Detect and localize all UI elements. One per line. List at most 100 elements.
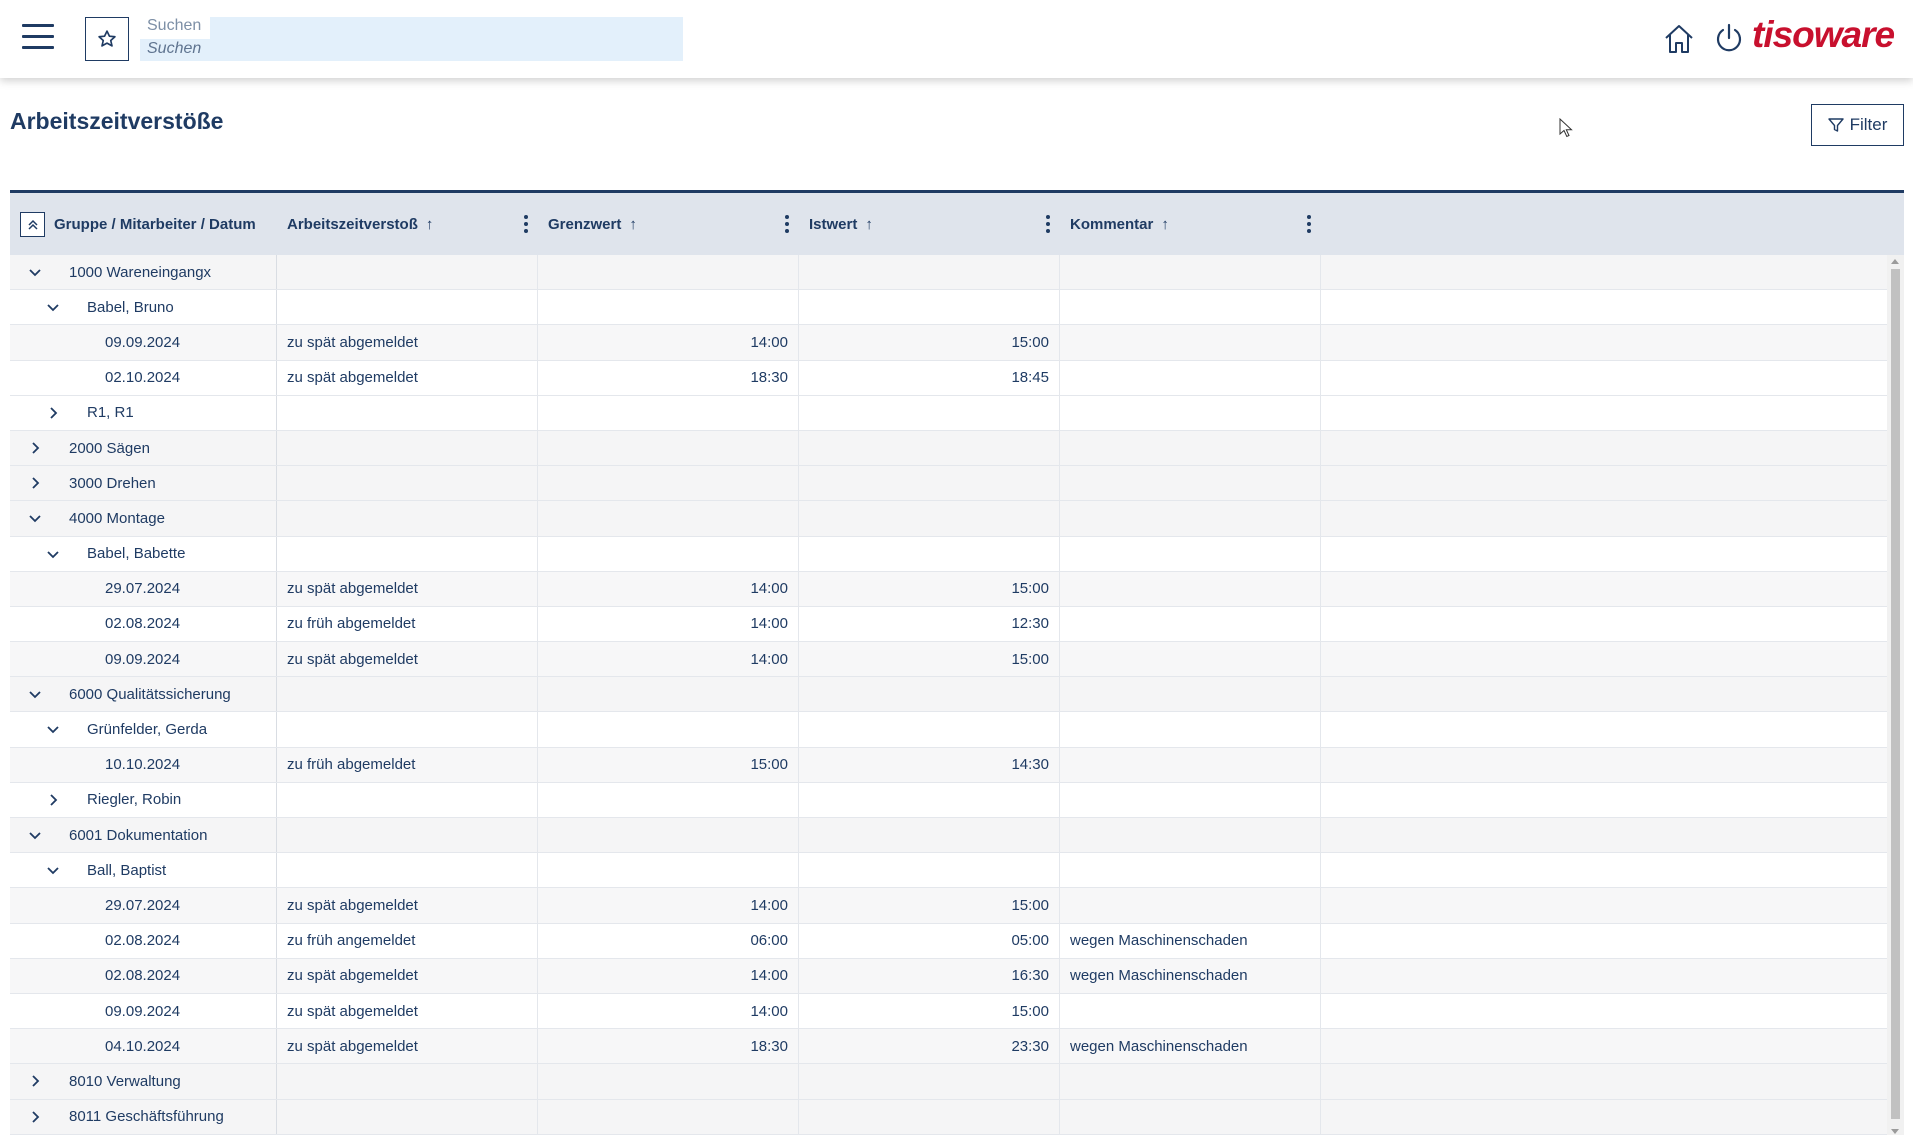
table-row[interactable]: 09.09.2024 zu spät abgemeldet 14:00 15:00 [10,993,1887,1030]
hamburger-icon[interactable] [22,24,54,50]
group-row[interactable]: 3000 Drehen [10,466,1887,502]
cell-actual [799,430,1060,466]
employee-row[interactable]: Ball, Baptist [10,853,1887,889]
chevron-down-icon[interactable] [28,828,42,842]
column-header-comment[interactable]: Kommentar ↑ [1060,193,1321,255]
chevron-right-icon[interactable] [28,441,42,455]
employee-row[interactable]: Riegler, Robin [10,782,1887,818]
scroll-down-icon[interactable] [1891,1129,1899,1134]
table-row[interactable]: 10.10.2024 zu früh abgemeldet 15:00 14:30 [10,747,1887,783]
cell-filler [1321,501,1887,535]
cell-limit [538,395,799,430]
chevron-right-icon[interactable] [28,1074,42,1088]
cell-violation [277,501,538,536]
cell-filler [1321,537,1887,571]
chevron-down-icon[interactable] [46,300,60,314]
column-header-group[interactable]: Gruppe / Mitarbeiter / Datum [10,193,277,255]
cell-comment [1060,395,1321,430]
chevron-right-icon[interactable] [46,793,60,807]
search-input[interactable] [140,37,683,61]
table-row[interactable]: 29.07.2024 zu spät abgemeldet 14:00 15:00 [10,571,1887,607]
cell-violation [277,677,538,712]
cell-group-employee-date: 2000 Sägen [10,430,277,466]
cell-actual: 16:30 [799,958,1060,993]
scrollbar-thumb[interactable] [1891,269,1900,1119]
limit-value: 18:30 [750,1037,788,1055]
group-row[interactable]: 2000 Sägen [10,430,1887,467]
chevron-down-icon[interactable] [46,863,60,877]
cell-violation [277,818,538,853]
group-row[interactable]: 8010 Verwaltung [10,1064,1887,1100]
group-row[interactable]: 6000 Qualitätssicherung [10,677,1887,713]
cell-violation [277,1064,538,1099]
group-row[interactable]: 6001 Dokumentation [10,818,1887,854]
cell-actual: 15:00 [799,642,1060,677]
favorite-button[interactable] [85,17,129,61]
limit-value: 14:00 [750,333,788,351]
cell-group-employee-date: 3000 Drehen [10,466,277,501]
cell-comment [1060,1064,1321,1099]
cell-violation [277,536,538,571]
limit-value: 06:00 [750,932,788,950]
cell-filler [1321,431,1887,465]
filter-label: Filter [1849,115,1888,134]
chevron-down-icon[interactable] [28,687,42,701]
filter-button[interactable]: Filter [1811,104,1904,146]
cell-comment [1060,571,1321,606]
cell-limit [538,677,799,712]
violation-text: zu spät abgemeldet [287,650,418,668]
row-label: 6000 Qualitätssicherung [69,685,231,703]
column-header-limit[interactable]: Grenzwert ↑ [538,193,799,255]
home-icon[interactable] [1662,22,1696,56]
employee-row[interactable]: R1, R1 [10,395,1887,431]
group-row[interactable]: 1000 Wareneingangx [10,255,1887,291]
column-header-violation[interactable]: Arbeitszeitverstoß ↑ [277,193,538,255]
cell-actual [799,536,1060,571]
sort-arrow-up-icon: ↑ [865,215,873,233]
cell-violation: zu spät abgemeldet [277,1029,538,1064]
violation-text: zu spät abgemeldet [287,580,418,598]
column-menu-icon[interactable] [785,215,789,233]
cell-group-employee-date: 02.08.2024 [10,923,277,958]
cell-group-employee-date: 02.08.2024 [10,958,277,993]
table-row[interactable]: 09.09.2024 zu spät abgemeldet 14:00 15:00 [10,325,1887,361]
group-row[interactable]: 4000 Montage [10,501,1887,537]
employee-row[interactable]: Babel, Bruno [10,290,1887,326]
vertical-scrollbar[interactable] [1887,255,1904,1135]
column-menu-icon[interactable] [1046,215,1050,233]
column-header-actual[interactable]: Istwert ↑ [799,193,1060,255]
chevron-right-icon[interactable] [46,406,60,420]
chevron-right-icon[interactable] [28,476,42,490]
table-row[interactable]: 09.09.2024 zu spät abgemeldet 14:00 15:00 [10,642,1887,678]
table-row[interactable]: 02.10.2024 zu spät abgemeldet 18:30 18:45 [10,360,1887,396]
cell-actual [799,1064,1060,1099]
violation-text: zu spät abgemeldet [287,967,418,985]
cell-filler [1321,1029,1887,1063]
group-row[interactable]: 8011 Geschäftsführung [10,1099,1887,1135]
column-menu-icon[interactable] [524,215,528,233]
table-row[interactable]: 02.08.2024 zu früh angemeldet 06:00 05:00 we… [10,923,1887,959]
cell-violation [277,712,538,747]
chevron-down-icon[interactable] [46,547,60,561]
cell-filler [1321,1100,1887,1134]
scroll-up-icon[interactable] [1891,259,1899,264]
cell-limit: 14:00 [538,571,799,606]
sort-arrow-up-icon: ↑ [425,215,434,233]
cell-group-employee-date: R1, R1 [10,395,277,430]
power-icon[interactable] [1714,22,1744,54]
employee-row[interactable]: Babel, Babette [10,536,1887,572]
cell-limit: 14:00 [538,642,799,677]
chevron-down-icon[interactable] [28,511,42,525]
employee-row[interactable]: Grünfelder, Gerda [10,712,1887,748]
chevron-down-icon[interactable] [28,265,42,279]
table-row[interactable]: 04.10.2024 zu spät abgemeldet 18:30 23:30 we… [10,1029,1887,1065]
cell-group-employee-date: 1000 Wareneingangx [10,255,277,290]
column-menu-icon[interactable] [1307,215,1311,233]
collapse-all-button[interactable] [20,212,45,237]
chevron-down-icon[interactable] [46,722,60,736]
cell-violation: zu früh angemeldet [277,923,538,958]
table-row[interactable]: 29.07.2024 zu spät abgemeldet 14:00 15:00 [10,888,1887,924]
chevron-right-icon[interactable] [28,1110,42,1124]
table-row[interactable]: 02.08.2024 zu früh abgemeldet 14:00 12:30 [10,606,1887,643]
table-row[interactable]: 02.08.2024 zu spät abgemeldet 14:00 16:30 we… [10,958,1887,994]
